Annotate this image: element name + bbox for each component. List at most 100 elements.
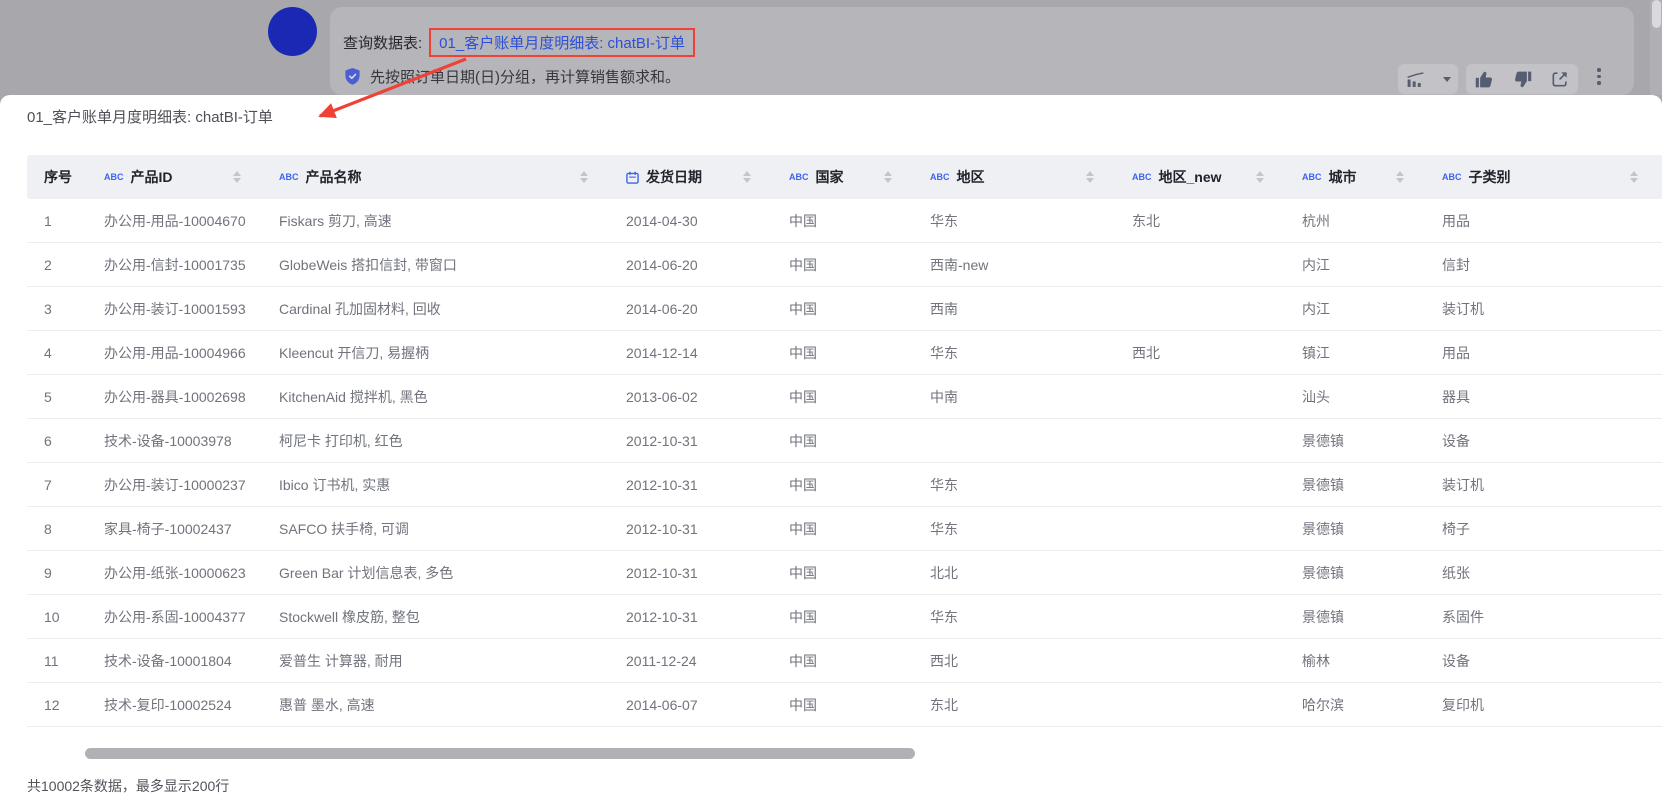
more-vertical-icon[interactable] (1589, 68, 1609, 85)
sort-icon[interactable] (1396, 171, 1404, 183)
table-cell-country: 中国 (775, 431, 916, 451)
table-cell-ship_date: 2012-10-31 (612, 477, 775, 493)
table-cell-subcategory: 信封 (1428, 255, 1662, 275)
table-cell-product_id: 办公用-纸张-10000623 (90, 563, 265, 583)
table-cell-region_new: 西北 (1118, 343, 1288, 363)
table-cell-product_id: 技术-复印-10002524 (90, 695, 265, 715)
table-cell-product_id: 办公用-用品-10004966 (90, 343, 265, 363)
table-cell-subcategory: 纸张 (1428, 563, 1662, 583)
answer-text: 先按照订单日期(日)分组，再计算销售额求和。 (370, 66, 680, 87)
table-cell-index: 12 (27, 697, 90, 713)
table-cell-region: 西南 (916, 299, 1118, 319)
table-cell-country: 中国 (775, 387, 916, 407)
abc-icon: ABC (789, 172, 809, 182)
table-cell-index: 1 (27, 213, 90, 229)
table-cell-product_name: 惠普 墨水, 高速 (265, 695, 612, 715)
page-scrollbar-thumb[interactable] (1652, 0, 1661, 28)
table-cell-subcategory: 用品 (1428, 343, 1662, 363)
sort-icon[interactable] (580, 171, 588, 183)
table-cell-subcategory: 设备 (1428, 651, 1662, 671)
column-header-city[interactable]: ABC城市 (1288, 155, 1428, 199)
table-cell-country: 中国 (775, 299, 916, 319)
table-cell-country: 中国 (775, 211, 916, 231)
column-label: 城市 (1329, 167, 1357, 187)
sort-icon[interactable] (1256, 171, 1264, 183)
table-cell-index: 2 (27, 257, 90, 273)
table-cell-subcategory: 用品 (1428, 211, 1662, 231)
horizontal-scrollbar-thumb[interactable] (85, 748, 915, 759)
column-header-subcategory[interactable]: ABC子类别 (1428, 155, 1662, 199)
sort-icon[interactable] (1086, 171, 1094, 183)
table-cell-product_name: KitchenAid 搅拌机, 黑色 (265, 387, 612, 407)
query-line: 查询数据表: 01_客户账单月度明细表: chatBI-订单 (343, 28, 695, 57)
page-scrollbar[interactable] (1650, 0, 1662, 95)
column-header-product_name[interactable]: ABC产品名称 (265, 155, 612, 199)
table-cell-region: 华东 (916, 475, 1118, 495)
chart-type-button[interactable] (1398, 64, 1458, 94)
table-cell-region: 西北 (916, 651, 1118, 671)
table-cell-city: 汕头 (1288, 387, 1428, 407)
shield-check-icon (344, 67, 361, 86)
table-cell-ship_date: 2013-06-02 (612, 389, 775, 405)
abc-icon: ABC (930, 172, 950, 182)
table-cell-country: 中国 (775, 343, 916, 363)
column-header-ship_date[interactable]: 发货日期 (612, 155, 775, 199)
table-cell-product_id: 技术-设备-10003978 (90, 431, 265, 451)
table-cell-subcategory: 设备 (1428, 431, 1662, 451)
table-cell-country: 中国 (775, 651, 916, 671)
table-cell-ship_date: 2012-10-31 (612, 609, 775, 625)
table-cell-ship_date: 2014-06-07 (612, 697, 775, 713)
data-table: 序号ABC产品IDABC产品名称发货日期ABC国家ABC地区ABC地区_newA… (27, 155, 1662, 727)
column-header-index[interactable]: 序号 (27, 155, 90, 199)
column-label: 地区 (957, 167, 985, 187)
column-header-country[interactable]: ABC国家 (775, 155, 916, 199)
table-cell-city: 杭州 (1288, 211, 1428, 231)
table-link-highlighted[interactable]: 01_客户账单月度明细表: chatBI-订单 (429, 28, 695, 57)
sort-icon[interactable] (1630, 171, 1638, 183)
table-cell-region: 华东 (916, 343, 1118, 363)
table-body: 1办公用-用品-10004670Fiskars 剪刀, 高速2014-04-30… (27, 199, 1662, 727)
table-cell-product_id: 办公用-装订-10000237 (90, 475, 265, 495)
table-cell-product_name: Fiskars 剪刀, 高速 (265, 211, 612, 231)
screen: 查询数据表: 01_客户账单月度明细表: chatBI-订单 先按照订单日期(日… (0, 0, 1662, 812)
table-cell-subcategory: 系固件 (1428, 607, 1662, 627)
table-cell-city: 内江 (1288, 255, 1428, 275)
table-cell-ship_date: 2014-06-20 (612, 257, 775, 273)
column-header-region_new[interactable]: ABC地区_new (1118, 155, 1288, 199)
sort-icon[interactable] (233, 171, 241, 183)
table-cell-region: 华东 (916, 211, 1118, 231)
caret-down-icon (1443, 77, 1451, 82)
table-cell-subcategory: 装订机 (1428, 299, 1662, 319)
table-cell-city: 榆林 (1288, 651, 1428, 671)
table-cell-ship_date: 2014-04-30 (612, 213, 775, 229)
table-cell-city: 景德镇 (1288, 607, 1428, 627)
table-cell-country: 中国 (775, 695, 916, 715)
table-cell-subcategory: 装订机 (1428, 475, 1662, 495)
table-cell-product_name: Cardinal 孔加固材料, 回收 (265, 299, 612, 319)
table-row: 3办公用-装订-10001593Cardinal 孔加固材料, 回收2014-0… (27, 287, 1662, 331)
column-header-region[interactable]: ABC 地区 (916, 155, 1118, 199)
column-label: 产品ID (131, 167, 173, 187)
table-cell-region: 北北 (916, 563, 1118, 583)
sort-icon[interactable] (884, 171, 892, 183)
share-icon[interactable] (1550, 69, 1570, 89)
thumbs-down-icon[interactable] (1512, 69, 1533, 90)
data-table-panel: 01_客户账单月度明细表: chatBI-订单 序号ABC产品IDABC产品名称… (0, 95, 1662, 812)
column-header-product_id[interactable]: ABC产品ID (90, 155, 265, 199)
table-cell-index: 5 (27, 389, 90, 405)
assistant-avatar (268, 7, 317, 56)
table-cell-product_name: 柯尼卡 打印机, 红色 (265, 431, 612, 451)
abc-icon: ABC (1442, 172, 1462, 182)
panel-title: 01_客户账单月度明细表: chatBI-订单 (27, 106, 273, 127)
column-label: 产品名称 (306, 167, 362, 187)
table-cell-country: 中国 (775, 519, 916, 539)
query-label: 查询数据表: (343, 32, 422, 53)
table-cell-city: 景德镇 (1288, 431, 1428, 451)
table-cell-city: 镇江 (1288, 343, 1428, 363)
table-row: 5办公用-器具-10002698KitchenAid 搅拌机, 黑色2013-0… (27, 375, 1662, 419)
table-cell-city: 内江 (1288, 299, 1428, 319)
table-cell-city: 景德镇 (1288, 563, 1428, 583)
thumbs-up-icon[interactable] (1474, 69, 1495, 90)
sort-icon[interactable] (743, 171, 751, 183)
table-cell-region: 华东 (916, 519, 1118, 539)
